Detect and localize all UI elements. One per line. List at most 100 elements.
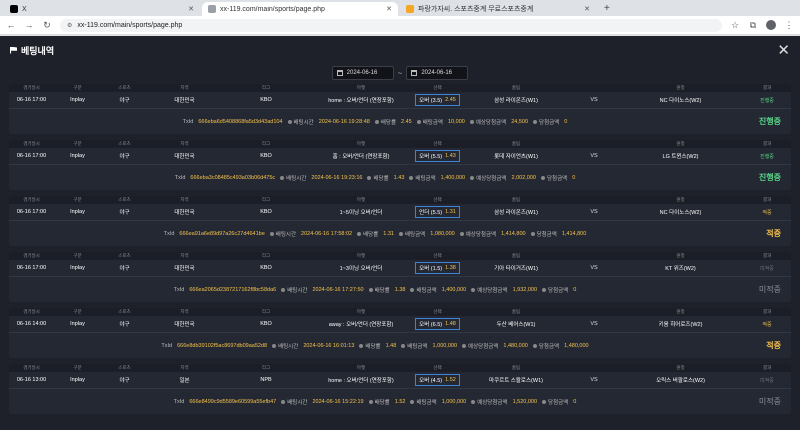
home-team: 두산 베어스(W1) xyxy=(496,322,536,328)
result-status: 진행중 xyxy=(758,117,781,126)
vs-label: VS xyxy=(590,153,598,159)
col-header: 마켓 xyxy=(356,85,366,90)
won-icon xyxy=(542,400,547,405)
region: 대한민국 xyxy=(174,322,195,328)
region: 대한민국 xyxy=(174,210,195,216)
expected-value: 1,520,000 xyxy=(512,398,538,405)
league: KBO xyxy=(260,265,272,271)
modal-title: 베팅내역 xyxy=(10,44,54,57)
col-header: 지역 xyxy=(180,309,189,314)
bet-details: TxId 666ea2065d2387217162f8bc58da6 배팅시간 … xyxy=(9,286,741,294)
col-header: 리그 xyxy=(261,85,271,90)
region: 대한민국 xyxy=(174,154,195,160)
match-datetime: 06-16 17:00 xyxy=(16,97,47,103)
won-icon xyxy=(530,232,535,237)
date-from-input[interactable]: 2024-06-16 xyxy=(331,66,394,80)
odds-value: 1.52 xyxy=(394,398,406,405)
result-status-small: 적중 xyxy=(762,209,772,216)
won-label: 당첨금액 xyxy=(548,399,569,406)
col-header: 리그 xyxy=(261,309,271,314)
txid-label: TxId xyxy=(182,118,194,125)
menu-icon[interactable]: ⋮ xyxy=(784,20,794,31)
browser-tab-x[interactable]: X ✕ xyxy=(4,2,200,16)
won-label: 당첨금액 xyxy=(536,231,557,238)
result-status-small: 미적중 xyxy=(760,265,774,272)
date-to-input[interactable]: 2024-06-16 xyxy=(406,66,469,80)
col-header: 원정 xyxy=(676,85,685,90)
bet-type: Inplay xyxy=(70,97,85,103)
away-team: 오릭스 버팔로스(W2) xyxy=(656,378,705,384)
amount-icon xyxy=(399,232,403,237)
market: away : 오버/언더 (연장포함) xyxy=(328,322,394,328)
amount-label: 배팅금액 xyxy=(416,287,437,294)
col-header: 경기일시 xyxy=(23,141,40,146)
vs-label: VS xyxy=(590,377,598,383)
sport: 야구 xyxy=(119,154,130,160)
region: 일본 xyxy=(179,378,190,384)
col-header: 원정 xyxy=(676,141,685,146)
vs-label: VS xyxy=(590,321,598,327)
bet-detail-row: TxId 666eba6d5408868fa5d3d43ad104 배팅시간 2… xyxy=(9,109,791,134)
col-header: 지역 xyxy=(180,253,189,258)
bet-main-row: 06-16 13:00 Inplay 야구 일본 NPB home : 오버/언… xyxy=(9,372,791,389)
bet-main-row: 06-16 17:00 Inplay 야구 대한민국 KBO 홈 : 오버/언더… xyxy=(9,148,791,165)
match-datetime: 06-16 13:00 xyxy=(16,377,47,383)
close-icon[interactable]: ✕ xyxy=(777,43,790,58)
col-header: 지역 xyxy=(180,85,189,90)
site-info-icon[interactable]: ⚙ xyxy=(67,22,72,29)
browser-tab-page[interactable]: xx-119.com/main/sports/page.php ✕ xyxy=(202,2,398,16)
won-label: 당첨금액 xyxy=(546,175,568,182)
forward-icon[interactable]: → xyxy=(24,20,34,30)
odds-value: 1.38 xyxy=(394,286,406,293)
col-header: 경기일시 xyxy=(23,309,40,314)
pick-odds: 2.45 xyxy=(445,97,456,103)
col-header: 지역 xyxy=(180,365,189,370)
odds-label: 배당률 xyxy=(374,287,390,294)
bet-time-label: 배팅시간 xyxy=(278,343,299,350)
extensions-icon[interactable]: ⧉ xyxy=(748,20,758,31)
reload-icon[interactable]: ↻ xyxy=(42,20,52,31)
selected-pick: 언더 (5.5) 1.31 xyxy=(415,206,460,218)
clock-icon xyxy=(281,400,286,405)
bet-card: 경기일시 구분 스포츠 지역 리그 마켓 선택 홈팀 원정 결과 06-16 1… xyxy=(9,140,791,190)
bet-time-value: 2024-06-16 19:23:16 xyxy=(311,174,363,181)
col-header: 홈팀 xyxy=(511,85,521,90)
won-value: 1,480,000 xyxy=(564,342,589,349)
col-header: 스포츠 xyxy=(118,253,131,258)
col-header: 구분 xyxy=(73,365,82,370)
col-header: 선택 xyxy=(433,85,442,90)
odds-label: 배당률 xyxy=(365,343,381,350)
away-team: LG 트윈스(W2) xyxy=(662,154,699,160)
result-status: 진행중 xyxy=(758,173,781,182)
page-icon xyxy=(208,5,216,13)
bet-card-header: 경기일시 구분 스포츠 지역 리그 마켓 선택 홈팀 원정 결과 xyxy=(9,140,791,148)
col-header: 구분 xyxy=(73,309,82,314)
address-bar[interactable]: ⚙ xx-119.com/main/sports/page.php xyxy=(60,18,722,32)
sport: 야구 xyxy=(119,266,130,272)
close-tab-icon[interactable]: ✕ xyxy=(188,5,194,13)
selected-pick: 오버 (4.5) 1.52 xyxy=(415,374,460,386)
star-icon[interactable]: ☆ xyxy=(730,20,740,31)
browser-tab-site[interactable]: 파랑가자씨. 스포츠중계 무료스포츠중계 ✕ xyxy=(400,2,596,16)
clock-icon xyxy=(280,176,285,181)
close-tab-icon[interactable]: ✕ xyxy=(584,5,590,13)
col-header: 스포츠 xyxy=(118,309,131,314)
col-header: 홈팀 xyxy=(511,141,521,146)
pick-label: 오버 (5.5) xyxy=(419,154,443,160)
odds-value: 1.43 xyxy=(393,174,405,181)
result-status: 미적중 xyxy=(758,285,781,294)
vs-label: VS xyxy=(590,209,598,215)
expected-value: 2,002,000 xyxy=(511,174,536,181)
col-header: 리그 xyxy=(261,253,271,258)
bet-card: 경기일시 구분 스포츠 지역 리그 마켓 선택 홈팀 원정 결과 06-16 1… xyxy=(9,196,791,246)
profile-avatar[interactable] xyxy=(766,20,776,30)
bet-details: TxId 666eba6d5408868fa5d3d43ad104 배팅시간 2… xyxy=(9,118,741,126)
new-tab-button[interactable]: + xyxy=(598,2,616,16)
expected-label: 예상당첨금액 xyxy=(477,399,508,406)
sport: 야구 xyxy=(119,378,130,384)
bet-time-value: 2024-06-16 19:28:48 xyxy=(318,118,370,125)
date-to-value: 2024-06-16 xyxy=(421,70,453,76)
bet-type: Inplay xyxy=(70,209,85,215)
close-tab-icon[interactable]: ✕ xyxy=(386,5,392,13)
back-icon[interactable]: ← xyxy=(6,20,16,30)
